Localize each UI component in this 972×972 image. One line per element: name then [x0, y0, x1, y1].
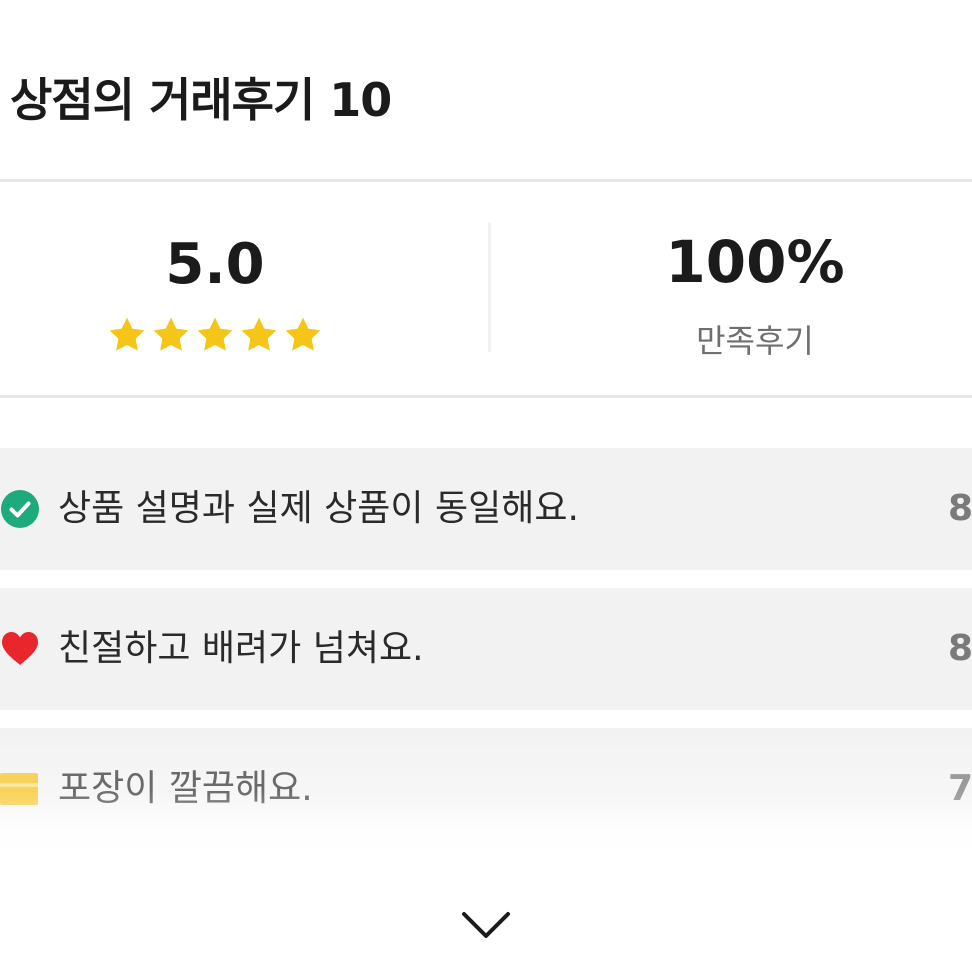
- chevron-down-icon: [462, 912, 510, 938]
- star-icon: [109, 317, 145, 351]
- star-rating: [0, 315, 430, 355]
- review-item-count: 8: [948, 628, 972, 669]
- heart-icon: [0, 629, 40, 669]
- package-icon: [0, 769, 40, 809]
- review-item-count: 7: [948, 768, 972, 809]
- review-item-description-match: 상품 설명과 실제 상품이 동일해요. 8: [0, 448, 972, 570]
- summary-separator: [488, 222, 491, 352]
- review-item-packaging: 포장이 깔끔해요. 7: [0, 728, 972, 850]
- star-icon: [241, 317, 277, 351]
- review-item-label: 상품 설명과 실제 상품이 동일해요.: [58, 488, 579, 529]
- satisfaction-label: 만족후기: [696, 322, 814, 360]
- top-divider: [0, 179, 972, 182]
- review-item-count: 8: [948, 488, 972, 529]
- review-item-label: 포장이 깔끔해요.: [58, 768, 313, 809]
- rating-value: 5.0: [165, 232, 265, 297]
- satisfaction-value: 100%: [665, 228, 845, 296]
- page-title: 상점의 거래후기 10: [10, 73, 392, 127]
- star-icon: [285, 317, 321, 351]
- show-more-button[interactable]: [456, 900, 516, 950]
- rating-summary: 5.0: [0, 225, 430, 355]
- satisfaction-summary: 100% 만족후기: [540, 222, 970, 362]
- review-item-kind: 친절하고 배려가 넘쳐요. 8: [0, 588, 972, 710]
- check-circle-icon: [0, 489, 40, 529]
- star-icon: [197, 317, 233, 351]
- star-icon: [153, 317, 189, 351]
- review-item-label: 친절하고 배려가 넘쳐요.: [58, 628, 424, 669]
- bottom-divider: [0, 395, 972, 398]
